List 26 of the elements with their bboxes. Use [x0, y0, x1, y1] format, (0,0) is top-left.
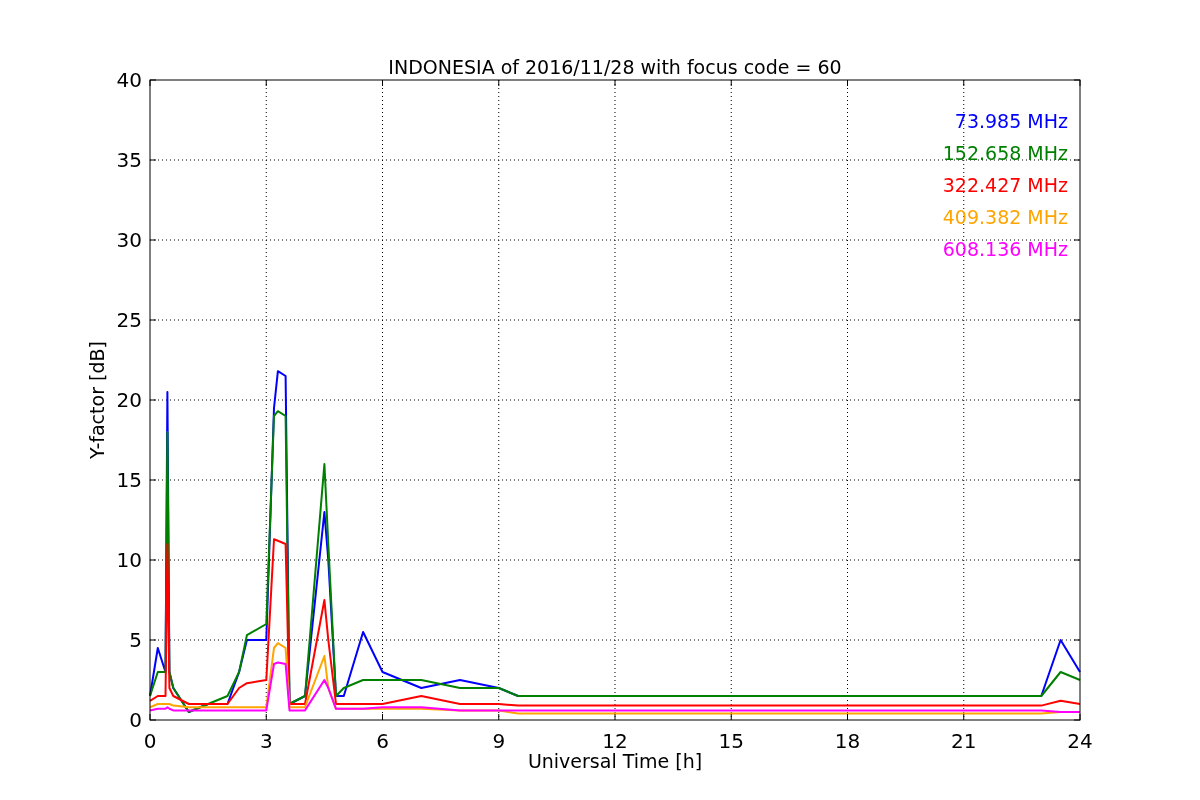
- x-tick-label: 15: [718, 729, 744, 753]
- y-tick-label: 15: [116, 468, 142, 492]
- legend-label: 409.382 MHz: [942, 206, 1068, 228]
- legend-label: 608.136 MHz: [942, 238, 1068, 260]
- x-tick-label: 24: [1067, 729, 1093, 753]
- x-tick-label: 0: [143, 729, 157, 753]
- y-axis-label: Y-factor [dB]: [86, 341, 108, 459]
- y-tick-label: 5: [129, 628, 142, 652]
- x-tick-label: 6: [376, 729, 389, 753]
- y-tick-label: 35: [116, 148, 142, 172]
- x-tick-label: 3: [259, 729, 273, 753]
- legend-label: 322.427 MHz: [942, 174, 1068, 196]
- chart-title: INDONESIA of 2016/11/28 with focus code = 60: [388, 56, 842, 78]
- x-tick-label: 9: [492, 729, 506, 753]
- y-tick-label: 25: [116, 308, 142, 332]
- x-tick-label: 18: [834, 729, 861, 753]
- y-tick-label: 0: [129, 708, 142, 732]
- legend-label: 73.985 MHz: [954, 110, 1068, 132]
- y-tick-label: 10: [116, 548, 142, 572]
- y-tick-label: 20: [116, 388, 142, 412]
- x-tick-label: 21: [951, 729, 977, 753]
- legend-label: 152.658 MHz: [942, 142, 1068, 164]
- y-tick-label: 40: [116, 68, 142, 92]
- x-axis-label: Universal Time [h]: [527, 750, 703, 772]
- x-tick-label: 12: [602, 729, 628, 753]
- y-tick-label: 30: [116, 228, 142, 252]
